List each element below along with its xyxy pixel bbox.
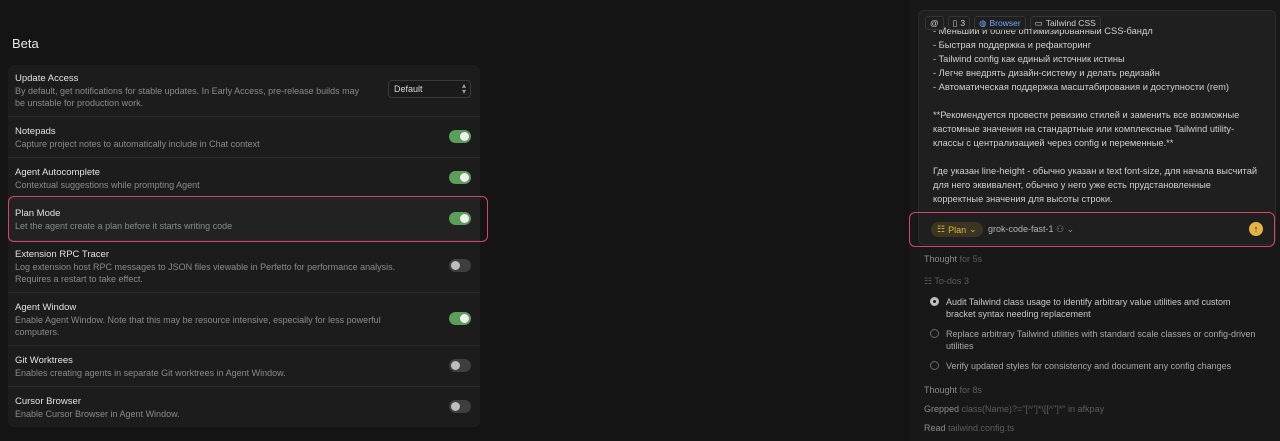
rpc-tracer-toggle[interactable]	[449, 259, 471, 272]
todo-status-icon	[930, 329, 939, 338]
chat-message-box: - Меньший и более оптимизированный CSS-б…	[918, 10, 1276, 245]
chevron-updown-icon: ▴ ▾	[461, 81, 466, 96]
setting-title: Agent Window	[15, 302, 77, 313]
globe-icon: ◍	[979, 17, 987, 28]
setting-desc: Contextual suggestions while prompting A…	[15, 180, 200, 190]
setting-desc: Enable Agent Window. Note that this may …	[15, 315, 381, 337]
setting-update-access: Update Access By default, get notificati…	[8, 65, 480, 117]
thought-item-1[interactable]: Thought for 5s	[924, 254, 982, 264]
todos-header[interactable]: ☷ To-dos 3	[924, 276, 969, 287]
thought-item-2[interactable]: Thought for 8s	[924, 385, 982, 395]
setting-git-worktrees: Git Worktrees Enables creating agents in…	[8, 346, 480, 387]
grep-item[interactable]: Grepped class(Name)?="[^"]*\[[^"]*" in a…	[924, 404, 1104, 414]
list-icon: ☷	[924, 276, 933, 286]
setting-desc: Enable Cursor Browser in Agent Window.	[15, 409, 180, 419]
todo-status-icon	[930, 297, 939, 306]
agent-window-toggle[interactable]	[449, 312, 471, 325]
section-title: Beta	[12, 36, 39, 51]
update-access-select[interactable]: Default ▴ ▾	[388, 80, 471, 98]
setting-desc: Capture project notes to automatically i…	[15, 139, 260, 149]
tailwind-docs-chip[interactable]: ▭ Tailwind CSS	[1029, 16, 1101, 30]
assistant-message: - Меньший и более оптимизированный CSS-б…	[933, 26, 1258, 204]
git-worktrees-toggle[interactable]	[449, 359, 471, 372]
beta-settings-panel: Update Access By default, get notificati…	[8, 65, 480, 427]
context-chips: @ ▯ 3 ◍ Browser ▭ Tailwind CSS	[925, 16, 1101, 30]
file-icon: ▯	[952, 17, 958, 28]
setting-agent-window: Agent Window Enable Agent Window. Note t…	[8, 293, 480, 346]
cursor-browser-toggle[interactable]	[449, 400, 471, 413]
setting-notepads: Notepads Capture project notes to automa…	[8, 117, 480, 158]
browser-chip[interactable]: ◍ Browser	[974, 16, 1026, 30]
highlight-plan-mode	[8, 196, 488, 242]
setting-title: Update Access	[15, 73, 79, 84]
todo-status-icon	[930, 361, 939, 370]
setting-title: Notepads	[15, 126, 56, 137]
setting-rpc-tracer: Extension RPC Tracer Log extension host …	[8, 241, 480, 293]
setting-desc: Log extension host RPC messages to JSON …	[15, 262, 396, 284]
setting-agent-autocomplete: Agent Autocomplete Contextual suggestion…	[8, 158, 480, 199]
setting-title: Cursor Browser	[15, 396, 81, 407]
notepads-toggle[interactable]	[449, 130, 471, 143]
book-icon: ▭	[1034, 17, 1043, 28]
read-item[interactable]: Read tailwind.config.ts	[924, 423, 1014, 433]
setting-desc: Enables creating agents in separate Git …	[15, 368, 286, 378]
setting-cursor-browser: Cursor Browser Enable Cursor Browser in …	[8, 387, 480, 427]
files-count-chip[interactable]: ▯ 3	[947, 16, 971, 30]
mention-chip[interactable]: @	[925, 16, 944, 30]
setting-desc: By default, get notifications for stable…	[15, 86, 360, 108]
agent-autocomplete-toggle[interactable]	[449, 171, 471, 184]
setting-title: Git Worktrees	[15, 355, 73, 366]
setting-title: Extension RPC Tracer	[15, 249, 109, 260]
setting-title: Agent Autocomplete	[15, 167, 101, 178]
highlight-composer	[909, 212, 1275, 247]
